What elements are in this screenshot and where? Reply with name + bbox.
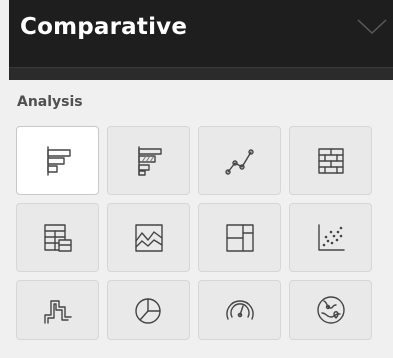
chart-tile-pie[interactable]: [107, 280, 190, 340]
chart-type-grid: [16, 126, 372, 340]
chart-tile-table[interactable]: [16, 203, 99, 272]
map-icon: [316, 296, 345, 324]
comparative-panel: Comparative Analysis: [0, 0, 393, 358]
chart-tile-bar[interactable]: [16, 126, 99, 195]
bar-chart-icon: [46, 145, 71, 176]
chart-tile-step[interactable]: [16, 280, 99, 340]
step-chart-icon: [43, 300, 72, 324]
treemap-icon: [225, 223, 254, 252]
brick-grid-icon: [317, 147, 344, 174]
section-title: Analysis: [17, 94, 83, 110]
chart-tile-brick[interactable]: [289, 126, 372, 195]
bar-chart-highlighted-icon: [137, 145, 162, 176]
chart-tile-treemap[interactable]: [198, 203, 281, 272]
chart-tile-scatter[interactable]: [289, 203, 372, 272]
pie-chart-icon: [134, 298, 161, 324]
chevron-down-icon[interactable]: [357, 18, 387, 36]
panel-header[interactable]: Comparative: [9, 0, 393, 67]
header-divider: [9, 67, 393, 80]
chart-tile-area[interactable]: [107, 203, 190, 272]
chart-tile-line[interactable]: [198, 126, 281, 195]
chart-tile-map[interactable]: [289, 280, 372, 340]
scatter-plot-icon: [317, 223, 345, 251]
chart-tile-bar-highlight[interactable]: [107, 126, 190, 195]
table-grid-icon: [43, 223, 72, 252]
line-chart-icon: [224, 148, 254, 175]
gauge-icon: [225, 300, 254, 320]
chart-tile-gauge[interactable]: [198, 280, 281, 340]
panel-title: Comparative: [20, 14, 188, 40]
area-chart-icon: [134, 223, 163, 252]
